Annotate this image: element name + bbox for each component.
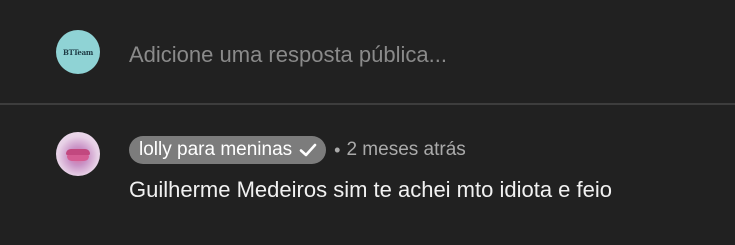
avatar-logo: BTTeam [63, 47, 93, 57]
comment-meta: lolly para meninas • 2 meses atrás [129, 135, 466, 165]
comment-item: lolly para meninas • 2 meses atrás Guilh… [0, 105, 735, 245]
author-name: lolly para meninas [139, 139, 293, 160]
commenter-avatar[interactable] [56, 132, 100, 176]
reply-row: BTTeam [0, 0, 735, 103]
reply-input[interactable] [129, 38, 689, 72]
comments-panel: BTTeam lolly para meninas • 2 meses atrá… [0, 0, 735, 245]
checkmark-icon [299, 143, 317, 157]
separator-dot: • [334, 139, 341, 160]
comment-text: Guilherme Medeiros sim te achei mto idio… [129, 177, 612, 202]
my-avatar[interactable]: BTTeam [56, 30, 100, 74]
avatar-lips-lower [67, 155, 89, 161]
author-chip[interactable]: lolly para meninas [129, 136, 327, 164]
comment-timestamp[interactable]: 2 meses atrás [346, 139, 465, 161]
